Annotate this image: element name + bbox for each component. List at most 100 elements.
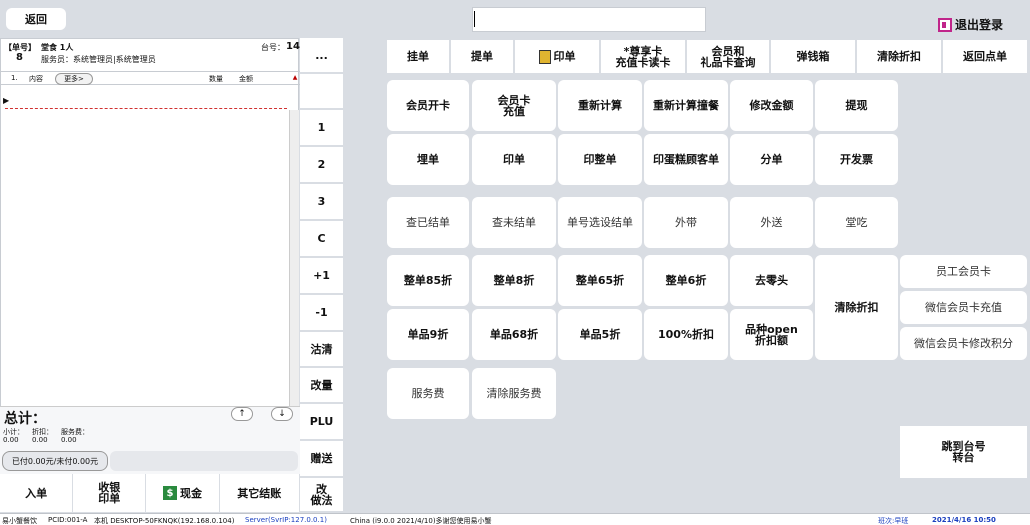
whole-6-discount-button[interactable]: 整单6折 [644,255,728,306]
recalculate-set-meal-button[interactable]: 重新计算撞餐 [644,80,728,131]
split-bill-button[interactable]: 分单 [730,134,813,185]
delivery-button[interactable]: 外送 [730,197,813,248]
print-cake-customer-bill-button[interactable]: 印蛋糕顾客单 [644,134,728,185]
settle-bill-button[interactable]: 埋单 [387,134,469,185]
numpad-1[interactable]: 1 [300,110,343,147]
service-fee-button[interactable]: 服务费 [387,368,469,419]
dine-type: 堂食 1人 [41,43,74,52]
numpad-minus1[interactable]: -1 [300,295,343,332]
printer-icon [538,49,551,64]
logout-icon [938,17,952,32]
search-input[interactable] [472,7,706,32]
staff-member-card-button[interactable]: 员工会员卡 [900,255,1027,288]
status-shift: 班次:早班 [878,517,909,525]
cash-icon: $ [162,486,177,500]
numpad: ... 1 2 3 C +1 -1 沽清 改量 PLU 赠送 改 做法 [300,38,343,513]
other-checkout-button[interactable]: 其它结账 [219,474,300,512]
hold-order-button[interactable]: 挂单 [387,40,449,73]
print-order-button[interactable]: 印单 [515,40,599,73]
recall-order-button[interactable]: 提单 [451,40,513,73]
recalculate-button[interactable]: 重新计算 [558,80,642,131]
numpad-more[interactable]: ... [300,38,343,74]
issue-invoice-button[interactable]: 开发票 [815,134,898,185]
item-68-discount-button[interactable]: 单品68折 [472,309,556,360]
print-full-bill-button[interactable]: 印整单 [558,134,642,185]
query-settled-button[interactable]: 查已结单 [387,197,469,248]
text-caret [474,11,475,27]
query-unsettled-button[interactable]: 查未结单 [472,197,556,248]
logout-button[interactable]: 退出登录 [938,16,1003,33]
service-fee: 服务费： 0.00 [61,428,89,444]
table-no: 14 [286,41,300,52]
paid-info-box [110,451,298,471]
enter-order-button[interactable]: 入单 [0,474,74,512]
order-header: 【单号】 8 堂食 1人 服务员：系统管理员|系统管理员 台号： 14 [1,39,300,69]
change-qty-button[interactable]: 改量 [300,368,343,404]
vip-card-read-button[interactable]: *尊享卡 充值卡读卡 [601,40,685,73]
item-9-discount-button[interactable]: 单品9折 [387,309,469,360]
col-amount: 金额 [239,75,253,83]
whole-65-discount-button[interactable]: 整单65折 [558,255,642,306]
logout-label: 退出登录 [955,18,1004,32]
col-content: 内容 [29,75,43,83]
discount: 折扣： 0.00 [32,428,53,444]
col-qty: 数量 [209,75,223,83]
full-discount-button[interactable]: 100%折扣 [644,309,728,360]
change-method-button[interactable]: 改 做法 [300,478,343,513]
numpad-2[interactable]: 2 [300,147,343,184]
dine-in-button[interactable]: 堂吃 [815,197,898,248]
status-server: Server(SvrIP:127.0.0.1) [245,516,327,524]
numpad-plus1[interactable]: +1 [300,258,343,295]
order-actions: 入单 收银 印单 $ 现金 其它结账 [0,474,300,512]
takeaway-button[interactable]: 外带 [644,197,728,248]
whole-8-discount-button[interactable]: 整单8折 [472,255,556,306]
numpad-3[interactable]: 3 [300,184,343,221]
gift-button[interactable]: 赠送 [300,441,343,478]
table-label: 台号： [261,43,285,52]
row-pointer-icon: ▶ [3,96,10,105]
item-5-discount-button[interactable]: 单品5折 [558,309,642,360]
member-open-card-button[interactable]: 会员开卡 [387,80,469,131]
wechat-card-points-button[interactable]: 微信会员卡修改积分 [900,327,1027,360]
arrow-up-button[interactable]: ↑ [231,407,253,421]
plu-button[interactable]: PLU [300,404,343,441]
return-order-button[interactable]: 返回点单 [943,40,1027,73]
round-off-button[interactable]: 去零头 [730,255,813,306]
staff-info: 服务员：系统管理员|系统管理员 [41,55,156,64]
arrow-down-button[interactable]: ↓ [271,407,293,421]
select-order-settle-button[interactable]: 单号选设结单 [558,197,642,248]
open-item-discount-button[interactable]: 品种open 折扣额 [730,309,813,360]
whole-85-discount-button[interactable]: 整单85折 [387,255,469,306]
back-button[interactable]: 返回 [6,8,66,30]
cash-button[interactable]: $ 现金 [146,474,220,512]
status-app: 易小蟹餐饮 [2,517,37,525]
numpad-clear[interactable]: C [300,221,343,258]
order-no: 8 [16,52,23,63]
scrollbar[interactable]: ▲ ▼ [289,74,299,446]
wechat-card-topup-button[interactable]: 微信会员卡充值 [900,291,1027,324]
member-card-topup-button[interactable]: 会员卡 充值 [472,80,556,131]
status-pcid: PCID:001-A [48,516,88,524]
clear-discount-top-button[interactable]: 清除折扣 [857,40,941,73]
clear-discount-button[interactable]: 清除折扣 [815,255,898,360]
status-version: China (i9.0.0 2021/4/10)多谢您使用易小蟹 [350,517,492,525]
sold-out-button[interactable]: 沽清 [300,332,343,368]
status-datetime: 2021/4/16 10:50 [932,516,996,524]
print-bill-button[interactable]: 印单 [472,134,556,185]
table-row[interactable] [5,108,287,109]
checkout-print-button[interactable]: 收银 印单 [73,474,147,512]
col-no: 1. [11,74,18,82]
more-button[interactable]: 更多> [55,73,93,85]
total-label: 总计： [4,411,46,427]
status-bar: 易小蟹餐饮 PCID:001-A 本机 DESKTOP-50FKNQK(192.… [0,513,1030,525]
subtotal: 小计： 0.00 [3,428,24,444]
clear-service-fee-button[interactable]: 清除服务费 [472,368,556,419]
scroll-up-icon[interactable]: ▲ [290,72,300,82]
paid-status-button[interactable]: 已付0.00元/未付0.00元 [2,451,108,471]
goto-table-button[interactable]: 跳到台号 转台 [900,426,1027,478]
cash-drawer-button[interactable]: 弹钱箱 [771,40,855,73]
withdraw-button[interactable]: 提现 [815,80,898,131]
numpad-blank[interactable] [300,74,343,110]
member-gift-card-query-button[interactable]: 会员和 礼品卡查询 [687,40,769,73]
modify-amount-button[interactable]: 修改金额 [730,80,813,131]
